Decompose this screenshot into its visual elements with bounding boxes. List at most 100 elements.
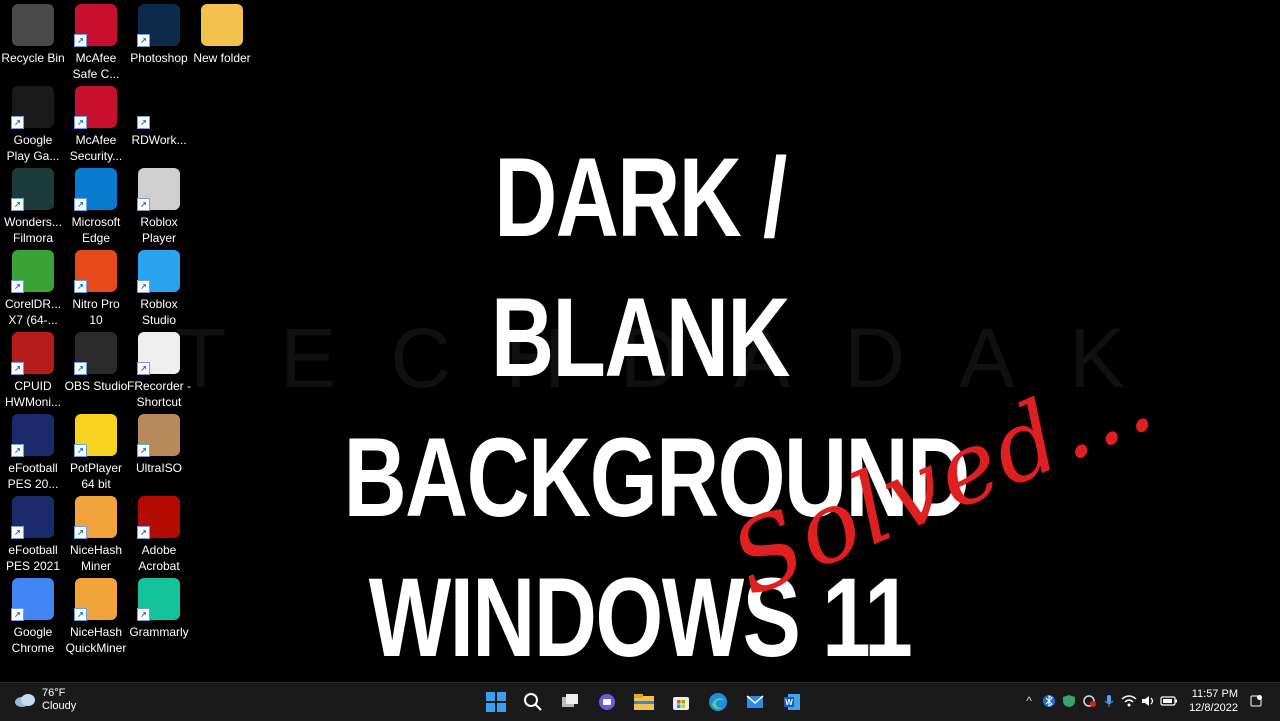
edge-icon: ↗ xyxy=(74,168,117,211)
desktop-shortcut[interactable]: ↗ Adobe Acrobat xyxy=(126,494,192,574)
start-button[interactable] xyxy=(482,688,510,716)
shortcut-arrow-icon: ↗ xyxy=(137,608,150,621)
shortcut-arrow-icon: ↗ xyxy=(74,198,87,211)
word-icon: W xyxy=(784,694,800,710)
acrobat-icon: ↗ xyxy=(137,496,180,539)
taskbar-apps: W xyxy=(482,688,806,716)
battery-icon[interactable] xyxy=(1159,687,1179,715)
shortcut-arrow-icon: ↗ xyxy=(11,280,24,293)
weather-temp: 76°F xyxy=(42,687,66,699)
system-tray: ^ 11:57 PM 12/8/2022 xyxy=(1019,687,1266,715)
shortcut-arrow-icon: ↗ xyxy=(74,526,87,539)
desktop-shortcut[interactable]: ↗ Roblox Studio xyxy=(126,248,192,328)
shortcut-arrow-icon: ↗ xyxy=(137,34,150,47)
desktop-shortcut[interactable]: ↗ Roblox Player xyxy=(126,166,192,246)
chat-icon xyxy=(599,694,615,710)
wifi-icon[interactable] xyxy=(1119,687,1139,715)
desktop-shortcut[interactable]: New folder xyxy=(189,2,255,82)
mcafee-lock-icon: ↗ xyxy=(74,4,117,47)
shortcut-arrow-icon: ↗ xyxy=(74,116,87,129)
edge-icon xyxy=(709,693,727,711)
taskbar: 76°F Cloudy W ^ 11:57 PM 12/8/2022 xyxy=(0,682,1280,721)
shortcut-arrow-icon: ↗ xyxy=(11,608,24,621)
hwmonitor-icon: ↗ xyxy=(11,332,54,375)
grammarly-icon: ↗ xyxy=(137,578,180,621)
desktop-shortcut[interactable]: ↗ PotPlayer 64 bit xyxy=(63,412,129,492)
shortcut-arrow-icon: ↗ xyxy=(74,280,87,293)
shortcut-arrow-icon: ↗ xyxy=(137,362,150,375)
shortcut-arrow-icon: ↗ xyxy=(11,362,24,375)
photoshop-icon: ↗ xyxy=(137,4,180,47)
desktop-shortcut-label: Adobe Acrobat xyxy=(138,543,180,573)
desktop-shortcut-label: New folder xyxy=(193,51,251,65)
shortcut-arrow-icon: ↗ xyxy=(137,526,150,539)
clock-time: 11:57 PM xyxy=(1191,688,1238,700)
task-view-button[interactable] xyxy=(556,688,584,716)
coreldraw-icon: ↗ xyxy=(11,250,54,293)
desktop-shortcut[interactable]: ↗ McAfee Safe C... xyxy=(63,2,129,82)
filmora-icon: ↗ xyxy=(11,168,54,211)
clock[interactable]: 11:57 PM 12/8/2022 xyxy=(1189,687,1238,715)
store-button[interactable] xyxy=(667,688,695,716)
sync-icon[interactable] xyxy=(1079,687,1099,715)
shortcut-arrow-icon: ↗ xyxy=(11,526,24,539)
volume-icon[interactable] xyxy=(1139,687,1159,715)
mail-icon xyxy=(746,695,764,708)
desktop-shortcut-label: RDWork... xyxy=(131,133,187,147)
microphone-icon[interactable] xyxy=(1099,687,1119,715)
desktop-shortcut[interactable]: ↗ Grammarly xyxy=(126,576,192,656)
bluetooth-icon[interactable] xyxy=(1039,687,1059,715)
shortcut-arrow-icon: ↗ xyxy=(137,198,150,211)
ultraiso-icon: ↗ xyxy=(137,414,180,457)
google-play-games-icon: ↗ xyxy=(11,86,54,129)
weather-condition: Cloudy xyxy=(42,700,77,712)
svg-text:W: W xyxy=(785,698,793,707)
folder-icon xyxy=(201,4,243,46)
mcafee-security-icon: ↗ xyxy=(74,86,117,129)
desktop-shortcut[interactable]: ↗ CPUID HWMoni... xyxy=(0,330,66,410)
weather-widget[interactable]: 76°F Cloudy xyxy=(14,687,76,713)
desktop-shortcut[interactable]: ↗ Photoshop xyxy=(126,2,192,82)
roblox-studio-icon: ↗ xyxy=(137,250,180,293)
start-icon xyxy=(486,692,506,712)
store-icon xyxy=(673,697,689,710)
efootball-icon: ↗ xyxy=(11,414,54,457)
edge-button[interactable] xyxy=(704,688,732,716)
cloud-icon xyxy=(15,694,35,707)
desktop-shortcut[interactable]: ↗ FRecorder - Shortcut xyxy=(126,330,192,410)
security-icon[interactable] xyxy=(1059,687,1079,715)
recycle-bin-icon xyxy=(12,4,54,46)
shortcut-arrow-icon: ↗ xyxy=(74,362,87,375)
notification-icon[interactable] xyxy=(1246,687,1266,715)
nicehash-icon: ↗ xyxy=(74,496,117,539)
search-button[interactable] xyxy=(519,688,547,716)
desktop-shortcut[interactable]: ↗ McAfee Security... xyxy=(63,84,129,164)
desktop-shortcut-label: UltraISO xyxy=(135,461,182,475)
potplayer-icon: ↗ xyxy=(74,414,117,457)
mail-button[interactable] xyxy=(741,688,769,716)
word-button[interactable]: W xyxy=(778,688,806,716)
file-explorer-button[interactable] xyxy=(630,688,658,716)
desktop-shortcut[interactable]: ↗ RDWork... xyxy=(126,84,192,164)
nitro-icon: ↗ xyxy=(74,250,117,293)
chevron-up-icon[interactable]: ^ xyxy=(1019,687,1039,715)
efootball-icon: ↗ xyxy=(11,496,54,539)
shortcut-arrow-icon: ↗ xyxy=(74,34,87,47)
file-explorer-icon xyxy=(634,694,654,710)
desktop-shortcut[interactable]: ↗ UltraISO xyxy=(126,412,192,492)
shortcut-arrow-icon: ↗ xyxy=(11,444,24,457)
shortcut-arrow-icon: ↗ xyxy=(74,444,87,457)
search-icon xyxy=(524,693,542,711)
headline: DARK / BLANK BACKGROUND WINDOWS 11 xyxy=(344,128,971,688)
shortcut-arrow-icon: ↗ xyxy=(137,116,150,129)
shortcut-arrow-icon: ↗ xyxy=(11,116,24,129)
shortcut-arrow-icon: ↗ xyxy=(137,444,150,457)
shortcut-arrow-icon: ↗ xyxy=(74,608,87,621)
desktop-shortcut[interactable]: ↗ NiceHash QuickMiner xyxy=(63,576,129,656)
desktop-shortcut-label: FRecorder - Shortcut xyxy=(126,379,191,409)
obs-icon: ↗ xyxy=(74,332,117,375)
headline-line-1: DARK / BLANK xyxy=(491,135,790,400)
chat-button[interactable] xyxy=(593,688,621,716)
desktop-shortcut-label: Roblox Studio xyxy=(140,297,178,327)
desktop: TECHDADAK Recycle Bin ↗ McAfee Safe C... ↗ P… xyxy=(0,0,1280,682)
